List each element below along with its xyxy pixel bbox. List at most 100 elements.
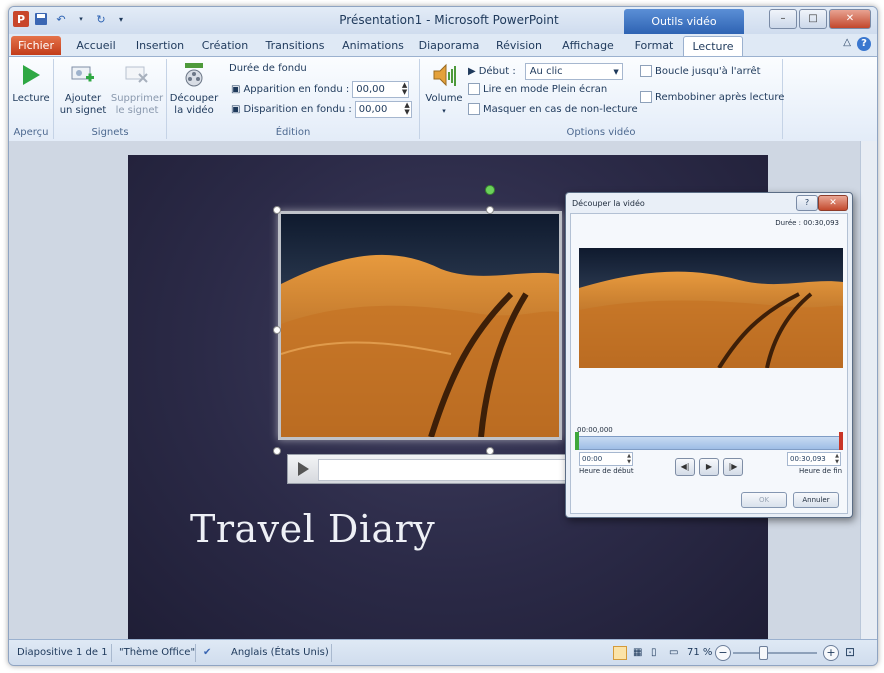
remove-bookmark-button[interactable]: Supprimer le signet	[110, 61, 164, 117]
zoom-slider-thumb[interactable]	[759, 646, 768, 660]
theme-name[interactable]: "Thème Office"	[119, 647, 195, 658]
group-edition: Découper la vidéo Durée de fondu ▣ Appar…	[167, 59, 420, 139]
spinner-arrows-icon[interactable]: ▲ ▼	[402, 82, 407, 96]
group-signets: Ajouter un signet Supprimer le signet Si…	[54, 59, 167, 139]
play-icon[interactable]: ▶	[699, 458, 719, 476]
group-label-options: Options vidéo	[566, 127, 636, 138]
slideshow-icon[interactable]: ▭	[669, 647, 678, 658]
vertical-scrollbar[interactable]	[860, 141, 877, 639]
hide-label: Masquer en cas de non-lecture	[483, 103, 638, 115]
resize-handle[interactable]	[273, 447, 281, 455]
dialog-close-icon[interactable]: ✕	[818, 195, 848, 211]
add-bookmark-label-2: un signet	[59, 105, 107, 116]
tab-creation[interactable]: Création	[195, 36, 255, 55]
redo-icon[interactable]: ↻	[93, 11, 109, 27]
rewind-option[interactable]: Rembobiner après lecture	[640, 91, 784, 103]
spinner-arrows-icon[interactable]: ▲ ▼	[835, 453, 839, 465]
resize-handle[interactable]	[273, 206, 281, 214]
close-icon[interactable]: ✕	[829, 9, 871, 29]
tab-fichier[interactable]: Fichier	[11, 36, 61, 55]
previous-frame-icon[interactable]: ◀|	[675, 458, 695, 476]
fit-to-window-icon[interactable]: ⊡	[845, 645, 855, 659]
divider	[331, 644, 332, 662]
fade-in-row: ▣ Apparition en fondu : 00,00 ▲ ▼	[231, 81, 410, 98]
zoom-slider[interactable]	[733, 652, 817, 654]
start-time-input[interactable]: 00:00 ▲ ▼	[579, 452, 633, 466]
fullscreen-option[interactable]: Lire en mode Plein écran	[468, 83, 607, 95]
normal-view-icon[interactable]	[613, 646, 627, 660]
dropdown-icon[interactable]: ▾	[73, 11, 89, 27]
slide-sorter-icon[interactable]: ▦	[633, 647, 642, 658]
next-frame-icon[interactable]: |▶	[723, 458, 743, 476]
add-bookmark-button[interactable]: Ajouter un signet	[58, 61, 108, 117]
duration-label: Durée : 00:30,093	[775, 219, 839, 227]
loop-option[interactable]: Boucle jusqu'à l'arrêt	[640, 65, 761, 77]
hide-checkbox[interactable]	[468, 103, 480, 115]
start-time-label: Heure de début	[579, 467, 634, 475]
loop-checkbox[interactable]	[640, 65, 652, 77]
ok-button[interactable]: OK	[741, 492, 787, 508]
customize-qat-icon[interactable]: ▾	[113, 11, 129, 27]
spinner-arrows-icon[interactable]: ▲ ▼	[627, 453, 631, 465]
trim-video-button[interactable]: Découper la vidéo	[169, 61, 219, 117]
group-label-edition: Édition	[275, 127, 311, 138]
zoom-out-icon[interactable]: −	[715, 645, 731, 661]
trim-timeline[interactable]	[577, 436, 843, 450]
spinner-arrows-icon[interactable]: ▲ ▼	[404, 102, 409, 116]
tab-diaporama[interactable]: Diaporama	[413, 36, 485, 55]
volume-button[interactable]: Volume ▾	[424, 61, 464, 117]
tab-transitions[interactable]: Transitions	[257, 36, 333, 55]
lecture-button[interactable]: Lecture	[11, 61, 51, 105]
hide-option[interactable]: Masquer en cas de non-lecture	[468, 103, 638, 115]
fade-duration-title: Durée de fondu	[229, 63, 307, 74]
rewind-checkbox[interactable]	[640, 91, 652, 103]
zoom-in-icon[interactable]: +	[823, 645, 839, 661]
tab-affichage[interactable]: Affichage	[553, 36, 623, 55]
zoom-level[interactable]: 71 %	[687, 647, 712, 658]
group-apercu: Lecture Aperçu	[9, 59, 54, 139]
tab-accueil[interactable]: Accueil	[67, 36, 125, 55]
trim-start-marker[interactable]	[575, 432, 579, 450]
maximize-icon[interactable]: □	[799, 9, 827, 29]
volume-icon	[430, 61, 458, 89]
undo-icon[interactable]: ↶	[53, 11, 69, 27]
tab-animations[interactable]: Animations	[335, 36, 411, 55]
start-combobox[interactable]: Au clic ▼	[524, 63, 623, 80]
tab-lecture[interactable]: Lecture	[683, 36, 743, 56]
ribbon: Lecture Aperçu Ajouter un signet Supprim…	[9, 56, 877, 142]
fade-out-row: ▣ Disparition en fondu : 00,00 ▲ ▼	[231, 101, 412, 118]
rotation-handle[interactable]	[485, 185, 495, 195]
help-icon[interactable]: ?	[857, 37, 871, 51]
fade-in-spinner[interactable]: 00,00 ▲ ▼	[352, 81, 410, 98]
trim-video-label-2: la vidéo	[174, 105, 214, 116]
end-time-input[interactable]: 00:30,093 ▲ ▼	[787, 452, 841, 466]
trim-end-marker[interactable]	[839, 432, 843, 450]
fade-in-icon: ▣	[231, 84, 241, 95]
reading-view-icon[interactable]: ▯	[651, 647, 657, 658]
minimize-icon[interactable]: –	[769, 9, 797, 29]
minimize-ribbon-icon[interactable]: △	[843, 37, 851, 48]
tab-revision[interactable]: Révision	[487, 36, 551, 55]
group-label-signets: Signets	[91, 127, 129, 138]
cancel-button[interactable]: Annuler	[793, 492, 839, 508]
desert-preview-image	[579, 248, 843, 368]
fullscreen-label: Lire en mode Plein écran	[483, 83, 608, 95]
spellcheck-icon[interactable]: ✔	[203, 647, 211, 658]
dialog-help-icon[interactable]: ?	[796, 195, 818, 211]
save-icon[interactable]	[33, 11, 49, 27]
resize-handle[interactable]	[273, 326, 281, 334]
powerpoint-logo-icon[interactable]: P	[13, 11, 29, 27]
video-frame[interactable]	[278, 211, 562, 440]
desert-video-image	[281, 214, 559, 437]
resize-handle[interactable]	[486, 206, 494, 214]
tab-insertion[interactable]: Insertion	[127, 36, 193, 55]
fullscreen-checkbox[interactable]	[468, 83, 480, 95]
fade-out-spinner[interactable]: 00,00 ▲ ▼	[354, 101, 412, 118]
video-timeline[interactable]	[318, 459, 568, 481]
tab-format[interactable]: Format	[627, 36, 681, 55]
fade-out-label: Disparition en fondu :	[243, 104, 352, 115]
language-label[interactable]: Anglais (États Unis)	[231, 647, 329, 658]
slide-title[interactable]: Travel Diary	[190, 507, 435, 551]
play-icon[interactable]	[298, 462, 309, 476]
film-reel-icon	[180, 61, 208, 89]
